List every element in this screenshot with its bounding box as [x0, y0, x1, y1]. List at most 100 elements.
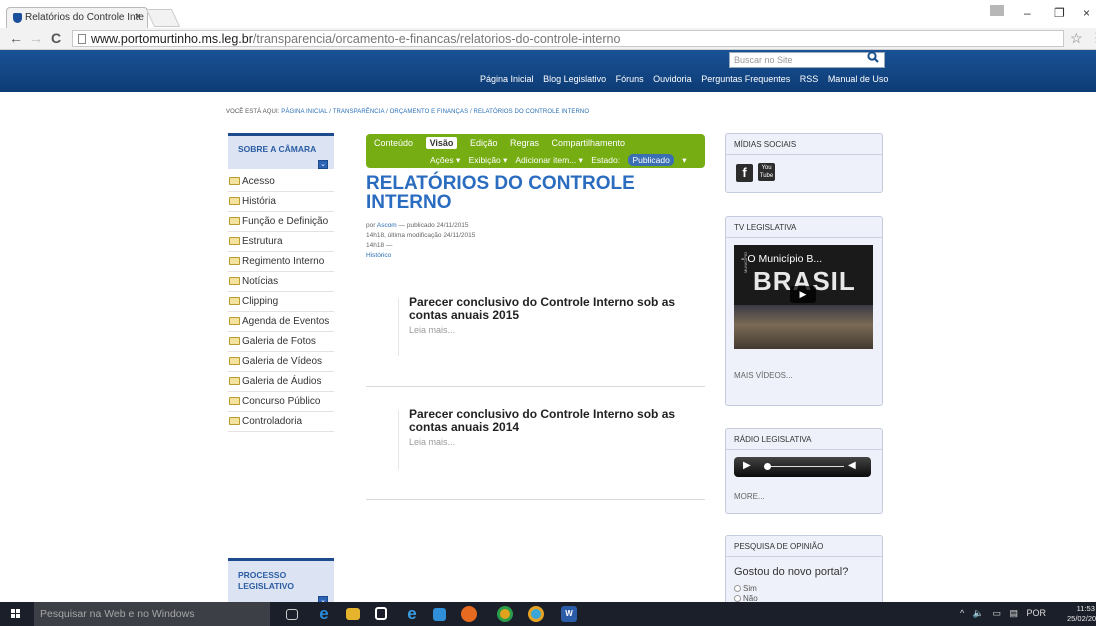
more-link[interactable]: MORE... [734, 492, 765, 501]
breadcrumb-current-page[interactable]: RELATÓRIOS DO CONTROLE INTERNO [474, 109, 590, 115]
folder-icon [229, 297, 240, 305]
page-title: RELATÓRIOS DO CONTROLE INTERNO [366, 173, 635, 213]
sidebar-item-galeria-de-fotos[interactable]: Galeria de Fotos [228, 332, 334, 352]
menu-adicionar-item[interactable]: Adicionar item... ▾ [515, 155, 583, 165]
nav-pagina-inicial[interactable]: Página Inicial [480, 74, 534, 84]
site-favicon-icon [13, 13, 22, 23]
tab-conteudo[interactable]: Conteúdo [374, 138, 413, 148]
bookmark-star-icon[interactable]: ☆ [1070, 30, 1083, 47]
language-indicator[interactable]: POR [1027, 608, 1047, 618]
chrome-icon[interactable] [497, 606, 513, 622]
nav-foruns[interactable]: Fóruns [616, 74, 644, 84]
audio-progress-knob[interactable] [764, 463, 771, 470]
sidebar-item-historia[interactable]: História [228, 192, 334, 212]
play-icon[interactable]: ▶ [743, 460, 751, 471]
close-window-icon[interactable]: × [1083, 6, 1090, 20]
breadcrumb-pagina-inicial[interactable]: PÁGINA INICIAL [281, 109, 327, 115]
byline-author-link[interactable]: Ascom [377, 222, 397, 229]
menu-acoes[interactable]: Ações ▾ [430, 155, 460, 165]
youtube-icon[interactable]: You Tube [758, 163, 775, 181]
minimize-window-icon[interactable]: – [1024, 6, 1031, 20]
forward-arrow-icon[interactable]: → [29, 30, 43, 46]
tray-chevron-icon[interactable]: ^ [960, 608, 964, 618]
chevron-down-icon[interactable]: ⌄ [318, 160, 328, 169]
taskbar-search-input[interactable]: Pesquisar na Web e no Windows [34, 602, 270, 626]
internet-explorer-icon[interactable]: e [404, 605, 420, 622]
volume-icon[interactable]: ◀ [848, 460, 856, 471]
taskbar-clock[interactable]: 11:53 25/02/2016 [1067, 604, 1096, 624]
sidebar-item-label: Agenda de Eventos [242, 316, 330, 327]
sidebar-item-funcao-e-definicao[interactable]: Função e Definição [228, 212, 334, 232]
sidebar-item-galeria-de-audios[interactable]: Galeria de Áudios [228, 372, 334, 392]
radio-button[interactable] [734, 585, 741, 592]
volume-icon[interactable]: 🔈 [973, 608, 984, 618]
play-icon[interactable]: ▶ [790, 286, 816, 303]
nav-perguntas-frequentes[interactable]: Perguntas Frequentes [701, 74, 790, 84]
state-badge[interactable]: Publicado [628, 154, 674, 166]
tab-visao[interactable]: Visão [425, 137, 458, 149]
sidebar-item-concurso-publico[interactable]: Concurso Público [228, 392, 334, 412]
breadcrumb-prefix: VOCÊ ESTÁ AQUI: [226, 109, 280, 115]
poll-option-sim[interactable]: Sim [734, 584, 757, 593]
store-icon[interactable] [375, 607, 387, 620]
edge-browser-icon[interactable]: e [316, 605, 332, 622]
video-side-text: MUNICÍPIO [743, 251, 748, 273]
restore-window-icon[interactable]: ❐ [1054, 6, 1065, 20]
read-more-link[interactable]: Leia mais... [409, 437, 455, 447]
facebook-icon[interactable]: f [736, 164, 753, 182]
sidebar-item-noticias[interactable]: Notícias [228, 272, 334, 292]
state-chevron-down-icon[interactable]: ▾ [682, 155, 686, 165]
search-icon[interactable] [863, 51, 883, 65]
word-icon[interactable]: W [561, 606, 577, 622]
portlet-header: MÍDIAS SOCIAIS [734, 140, 797, 149]
list-item-title-link[interactable]: Parecer conclusivo do Controle Interno s… [409, 296, 709, 322]
firefox-icon[interactable] [461, 606, 477, 622]
sidebar-item-galeria-de-videos[interactable]: Galeria de Vídeos [228, 352, 334, 372]
tab-compartilhamento[interactable]: Compartilhamento [552, 138, 626, 148]
breadcrumb-orcamento-e-financas[interactable]: ORÇAMENTO E FINANÇAS [390, 109, 469, 115]
tab-regras[interactable]: Regras [510, 138, 539, 148]
system-tray: ^ 🔈 ▭ ▤ POR [960, 608, 1052, 619]
browser-menu-icon[interactable]: ⋮ [1090, 30, 1096, 46]
tab-close-icon[interactable]: × [135, 11, 141, 23]
menu-exibicao[interactable]: Exibição ▾ [469, 155, 508, 165]
new-tab-button[interactable] [145, 9, 181, 27]
file-explorer-icon[interactable] [346, 608, 360, 620]
sidebar-item-clipping[interactable]: Clipping [228, 292, 334, 312]
nav-rss[interactable]: RSS [800, 74, 819, 84]
address-bar[interactable]: www.portomurtinho.ms.leg.br/transparenci… [72, 30, 1064, 47]
video-player[interactable]: - O Município B... MUNICÍPIO BRASIL ▶ [734, 245, 873, 349]
app-icon[interactable] [433, 608, 446, 621]
radio-button[interactable] [734, 595, 741, 602]
sidebar-item-regimento-interno[interactable]: Regimento Interno [228, 252, 334, 272]
windows-start-icon[interactable] [11, 609, 21, 619]
nav-ouvidoria[interactable]: Ouvidoria [653, 74, 692, 84]
site-search-input[interactable]: Buscar no Site [729, 52, 885, 68]
nav-blog-legislativo[interactable]: Blog Legislativo [543, 74, 606, 84]
task-view-icon[interactable] [286, 609, 298, 620]
read-more-link[interactable]: Leia mais... [409, 325, 455, 335]
sidebar-item-agenda-de-eventos[interactable]: Agenda de Eventos [228, 312, 334, 332]
list-item-title-link[interactable]: Parecer conclusivo do Controle Interno s… [409, 408, 709, 434]
reload-icon[interactable]: C [51, 30, 61, 46]
sidebar-item-acesso[interactable]: Acesso [228, 172, 334, 192]
folder-icon [229, 357, 240, 365]
breadcrumb-transparencia[interactable]: TRANSPARÊNCIA [333, 109, 385, 115]
folder-icon [229, 377, 240, 385]
back-arrow-icon[interactable]: ← [9, 30, 23, 46]
more-videos-link[interactable]: MAIS VÍDEOS... [734, 371, 793, 380]
audio-progress-track[interactable] [764, 466, 844, 467]
site-header: Buscar no Site Página Inicial Blog Legis… [0, 50, 1096, 92]
history-link[interactable]: Histórico [366, 252, 391, 259]
network-icon[interactable]: ▭ [992, 608, 1001, 618]
sidebar-item-estrutura[interactable]: Estrutura [228, 232, 334, 252]
tab-edicao[interactable]: Edição [470, 138, 498, 148]
audio-player[interactable]: ▶ ◀ [734, 457, 871, 477]
chrome-window-icon[interactable] [528, 606, 544, 622]
poll-question: Gostou do novo portal? [734, 566, 849, 578]
sidebar-item-controladoria[interactable]: Controladoria [228, 412, 334, 432]
browser-tab[interactable]: Relatórios do Controle Inte × [6, 7, 148, 28]
notifications-icon[interactable]: ▤ [1010, 608, 1019, 618]
nav-manual-de-uso[interactable]: Manual de Uso [828, 74, 889, 84]
user-profile-icon[interactable] [990, 5, 1004, 16]
